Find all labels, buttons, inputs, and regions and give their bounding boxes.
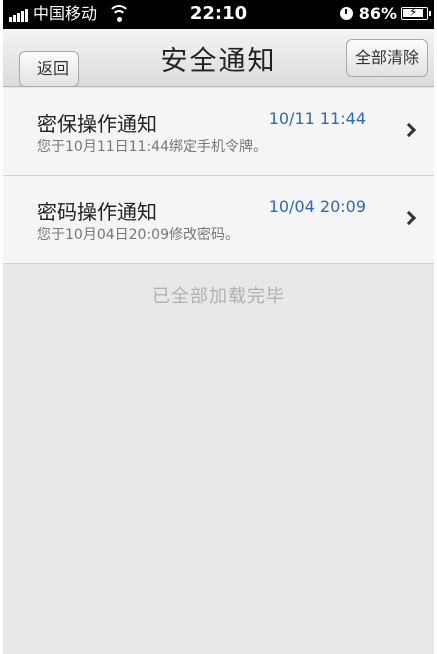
battery-percent: 86% <box>358 4 397 23</box>
list-item[interactable]: 密保操作通知 10/11 11:44 您于10月11日11:44绑定手机令牌。 <box>3 88 434 176</box>
all-loaded-text: 已全部加载完毕 <box>152 286 285 307</box>
battery-icon: ⚡ <box>401 5 431 20</box>
notification-description: 您于10月04日20:09修改密码。 <box>37 227 239 243</box>
status-right: 86% ⚡ <box>339 4 431 23</box>
clear-all-button[interactable]: 全部清除 <box>346 39 428 77</box>
notification-time: 10/04 20:09 <box>268 197 366 216</box>
status-bar: 中国移动 22:10 86% ⚡ <box>3 0 434 29</box>
chevron-right-icon <box>401 122 417 138</box>
list-item[interactable]: 密码操作通知 10/04 20:09 您于10月04日20:09修改密码。 <box>3 176 434 264</box>
phone-screen: 中国移动 22:10 86% ⚡ 返回 安全通知 全部清除 密保操作通知 10/… <box>3 0 434 654</box>
navigation-bar: 返回 安全通知 全部清除 <box>3 29 434 87</box>
notification-description: 您于10月11日11:44绑定手机令牌。 <box>37 139 267 155</box>
notification-title: 密保操作通知 <box>37 112 157 136</box>
alarm-clock-icon <box>339 7 353 20</box>
notification-time: 10/11 11:44 <box>268 109 366 128</box>
chevron-right-icon <box>401 210 417 226</box>
notification-title: 密码操作通知 <box>37 200 157 224</box>
notification-list: 密保操作通知 10/11 11:44 您于10月11日11:44绑定手机令牌。 … <box>3 88 434 264</box>
